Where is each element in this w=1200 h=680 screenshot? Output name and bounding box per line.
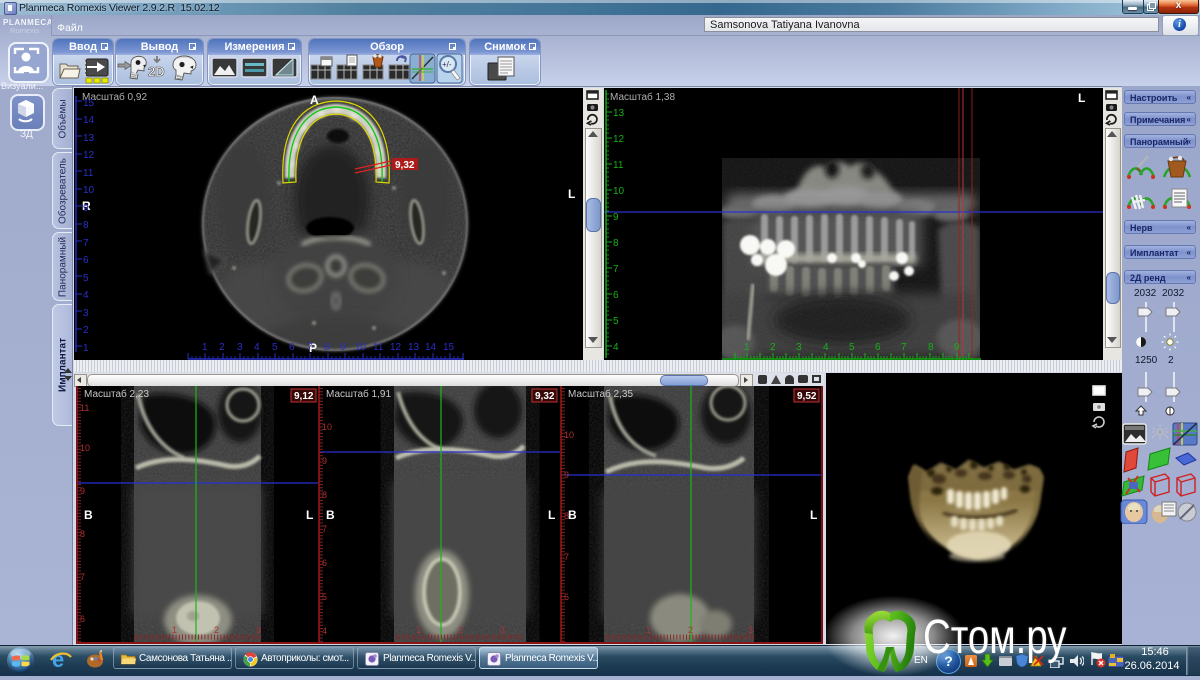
svg-text:13: 13: [613, 108, 625, 119]
svg-text:12: 12: [613, 134, 625, 145]
svg-text:14: 14: [425, 342, 437, 353]
svg-text:2: 2: [770, 342, 776, 353]
svg-text:3: 3: [237, 342, 243, 353]
svg-text:L: L: [568, 187, 575, 201]
svg-text:4: 4: [823, 342, 829, 353]
svg-text:1: 1: [202, 342, 208, 353]
svg-text:2: 2: [83, 325, 89, 336]
svg-text:13: 13: [408, 342, 420, 353]
svg-text:11: 11: [83, 168, 94, 179]
svg-text:6: 6: [322, 558, 327, 568]
svg-text:7: 7: [901, 342, 907, 353]
svg-text:4: 4: [613, 342, 619, 353]
svg-text:7: 7: [613, 264, 619, 275]
svg-text:8: 8: [80, 529, 85, 539]
svg-text:11: 11: [80, 403, 89, 413]
svg-text:10: 10: [355, 342, 367, 353]
svg-text:15: 15: [83, 98, 95, 109]
svg-text:2: 2: [214, 625, 219, 635]
svg-text:+/-: +/-: [442, 60, 452, 69]
svg-text:5: 5: [849, 342, 855, 353]
svg-text:1: 1: [83, 343, 89, 354]
svg-text:6: 6: [613, 290, 619, 301]
svg-text:2D: 2D: [148, 64, 165, 79]
svg-text:5: 5: [272, 342, 278, 353]
svg-text:9: 9: [322, 456, 327, 466]
svg-text:6: 6: [83, 255, 89, 266]
svg-text:3: 3: [256, 625, 261, 635]
svg-text:8: 8: [613, 238, 619, 249]
svg-text:6: 6: [875, 342, 881, 353]
svg-text:2: 2: [219, 342, 225, 353]
svg-text:B: B: [84, 508, 93, 522]
svg-text:6: 6: [289, 342, 295, 353]
svg-text:4: 4: [83, 290, 89, 301]
svg-text:3: 3: [500, 625, 505, 635]
svg-text:7: 7: [83, 238, 89, 249]
svg-text:B: B: [568, 508, 577, 522]
svg-text:7: 7: [307, 342, 313, 353]
svg-text:9,32: 9,32: [395, 160, 415, 171]
svg-text:8: 8: [928, 342, 934, 353]
svg-text:10: 10: [83, 185, 95, 196]
svg-text:10: 10: [322, 422, 332, 432]
svg-text:e: e: [52, 649, 64, 671]
svg-text:2: 2: [458, 625, 463, 635]
svg-text:9: 9: [340, 342, 346, 353]
svg-text:Масштаб 1,91: Масштаб 1,91: [326, 388, 391, 400]
svg-text:10: 10: [613, 186, 625, 197]
svg-text:L: L: [810, 508, 817, 522]
svg-text:A: A: [310, 93, 319, 107]
svg-text:3: 3: [748, 625, 753, 635]
svg-text:Масштаб 1,38: Масштаб 1,38: [610, 91, 675, 103]
svg-text:5: 5: [83, 273, 89, 284]
svg-text:1: 1: [646, 625, 651, 635]
svg-text:9,32: 9,32: [535, 391, 555, 402]
svg-text:11: 11: [613, 160, 624, 171]
svg-text:11: 11: [373, 342, 384, 353]
svg-text:1: 1: [172, 625, 177, 635]
svg-text:14: 14: [83, 115, 95, 126]
svg-text:8: 8: [322, 490, 327, 500]
svg-text:1: 1: [744, 342, 750, 353]
svg-text:2: 2: [688, 625, 693, 635]
svg-text:12: 12: [390, 342, 402, 353]
svg-text:B: B: [326, 508, 335, 522]
svg-text:1: 1: [416, 625, 421, 635]
svg-text:5: 5: [613, 316, 619, 327]
svg-text:9: 9: [83, 203, 89, 214]
svg-text:9: 9: [613, 212, 619, 223]
svg-text:10: 10: [564, 430, 574, 440]
svg-text:13: 13: [83, 133, 95, 144]
svg-text:4: 4: [254, 342, 260, 353]
svg-text:10: 10: [80, 443, 90, 453]
svg-text:9,12: 9,12: [294, 391, 314, 402]
svg-text:L: L: [1078, 91, 1085, 105]
svg-text:Масштаб 2,23: Масштаб 2,23: [84, 388, 149, 400]
svg-text:7: 7: [564, 552, 569, 562]
svg-text:3: 3: [83, 308, 89, 319]
svg-text:15: 15: [443, 342, 455, 353]
svg-text:9,52: 9,52: [797, 391, 817, 402]
svg-text:9: 9: [954, 342, 960, 353]
svg-text:8: 8: [324, 342, 330, 353]
svg-text:3: 3: [796, 342, 802, 353]
svg-text:L: L: [548, 508, 555, 522]
svg-text:Масштаб 2,35: Масштаб 2,35: [568, 388, 633, 400]
svg-text:8: 8: [83, 220, 89, 231]
svg-text:12: 12: [83, 150, 95, 161]
svg-text:L: L: [306, 508, 313, 522]
